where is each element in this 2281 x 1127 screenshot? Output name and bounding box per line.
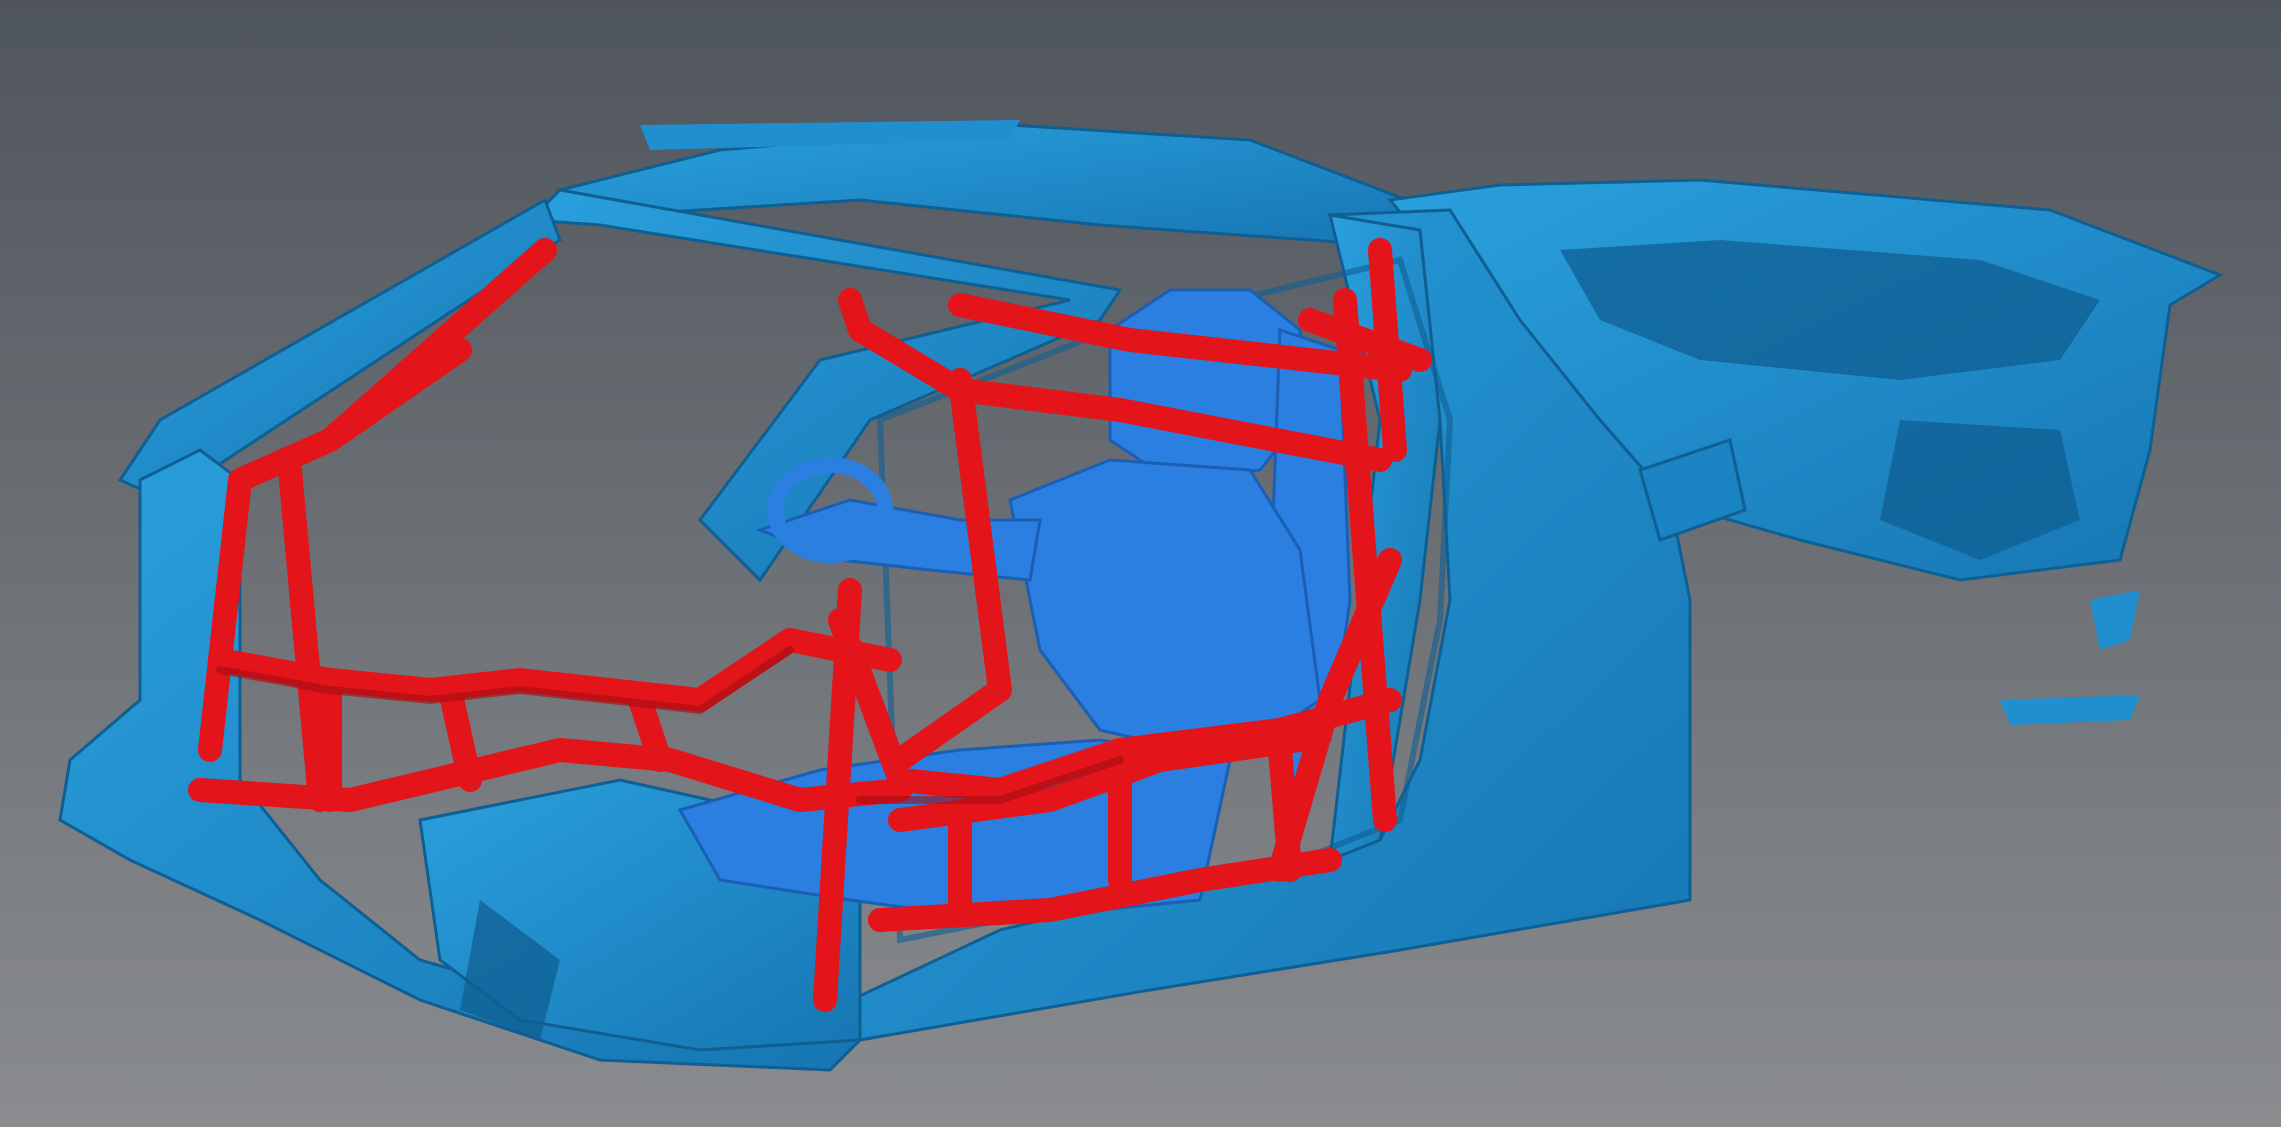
scene-canvas[interactable] <box>0 0 2281 1127</box>
3d-viewport[interactable] <box>0 0 2281 1127</box>
